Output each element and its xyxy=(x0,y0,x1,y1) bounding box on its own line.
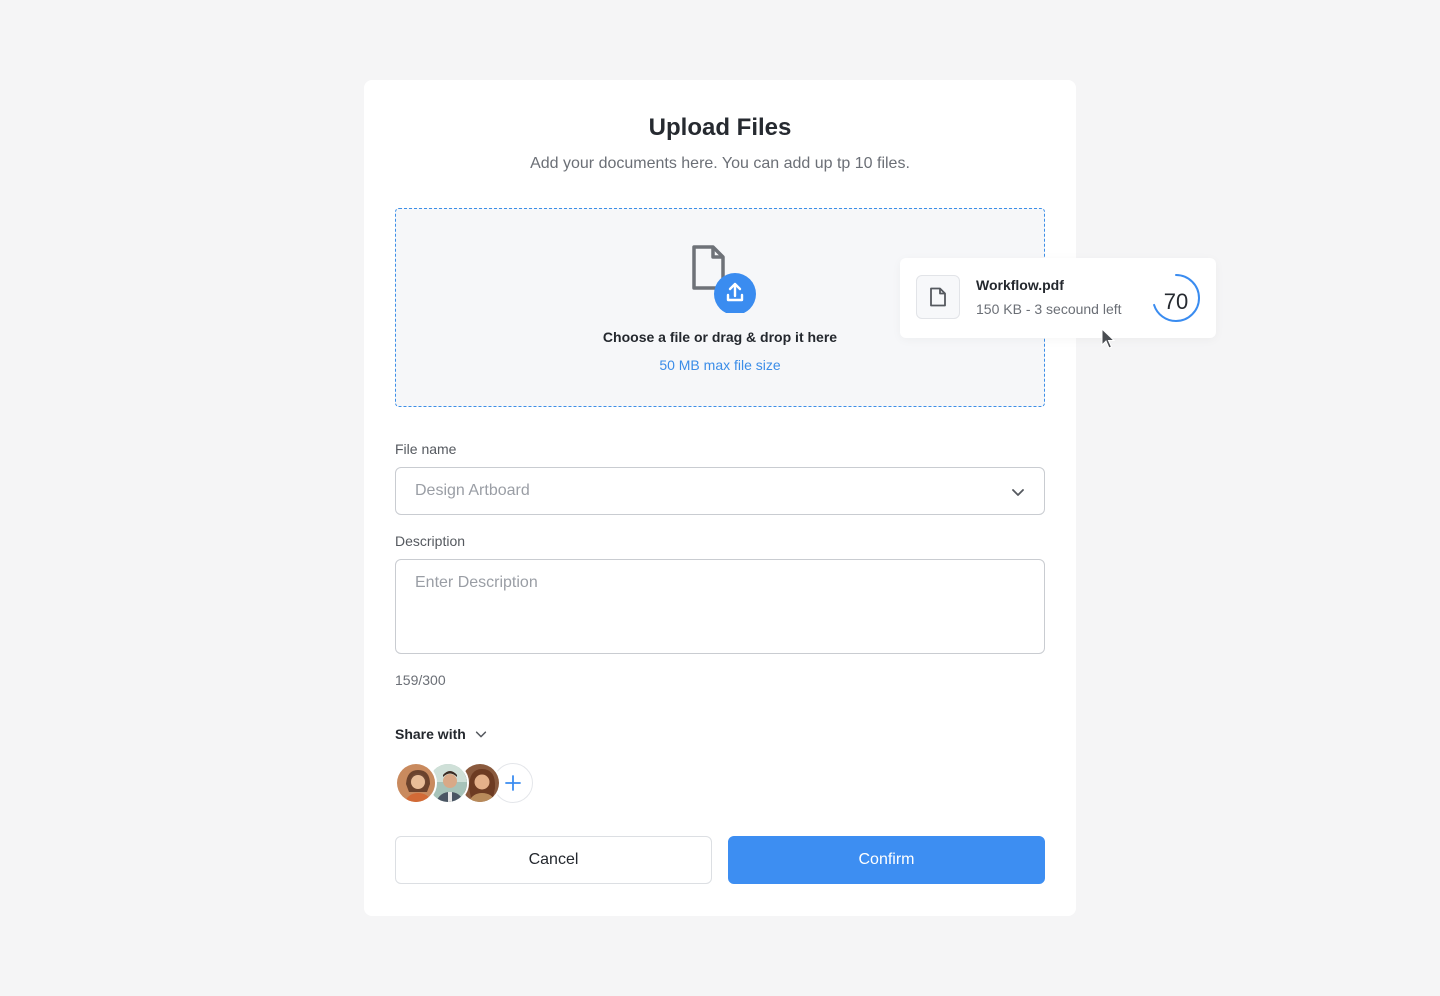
shared-users xyxy=(395,762,595,804)
file-name-select[interactable]: Design Artboard xyxy=(395,467,1045,515)
progress-value: 70 xyxy=(1163,288,1189,314)
avatar[interactable] xyxy=(395,762,437,804)
upload-modal: Upload Files Add your documents here. Yo… xyxy=(364,80,1076,916)
file-icon-box xyxy=(916,275,960,319)
upload-progress-card: Workflow.pdf 150 KB - 3 secound left 70 xyxy=(900,258,1216,338)
file-icon xyxy=(930,287,946,307)
share-with-label: Share with xyxy=(395,726,466,742)
file-name-value: Design Artboard xyxy=(415,482,530,499)
confirm-button[interactable]: Confirm xyxy=(728,836,1045,884)
chevron-down-icon xyxy=(1012,489,1024,496)
modal-subtitle: Add your documents here. You can add up … xyxy=(530,155,910,172)
upload-file-name: Workflow.pdf xyxy=(976,277,1064,293)
dropzone-size-hint: 50 MB max file size xyxy=(659,357,781,373)
modal-title: Upload Files xyxy=(648,114,792,141)
description-label: Description xyxy=(395,533,466,549)
upload-file-meta: 150 KB - 3 secound left xyxy=(976,301,1122,317)
char-counter: 159/300 xyxy=(395,672,446,688)
file-upload-icon xyxy=(692,245,756,313)
mouse-cursor-icon xyxy=(1101,328,1115,349)
share-with-toggle[interactable]: Share with xyxy=(395,726,488,742)
plus-icon xyxy=(505,775,521,791)
cancel-button[interactable]: Cancel xyxy=(395,836,712,884)
chevron-down-icon xyxy=(475,731,486,738)
file-name-label: File name xyxy=(395,441,457,457)
description-field[interactable] xyxy=(395,559,1045,654)
